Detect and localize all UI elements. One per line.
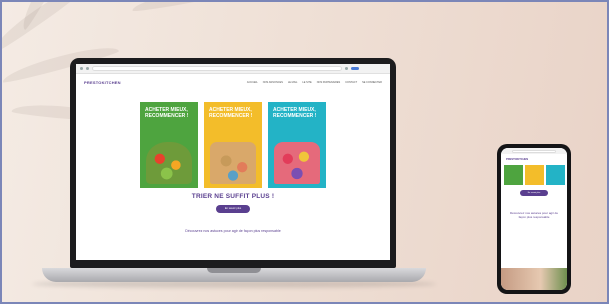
phone-learn-more-button[interactable]: En savoir plus — [520, 190, 548, 196]
phone-tagline: Découvrez nos astuces pour agir de façon… — [509, 211, 559, 219]
menu-item[interactable]: LE MAG — [288, 81, 297, 84]
browser-toolbar — [76, 64, 390, 74]
site-menu: ACCUEIL NOS ANNONCES LE MAG LE SITE NOS … — [247, 81, 382, 84]
hero-tile-title: ACHETER MIEUX, RECOMMENCER ! — [145, 107, 189, 119]
address-bar[interactable] — [92, 66, 342, 71]
phone-tile-yellow[interactable] — [524, 165, 544, 185]
phone-hero-tiles — [501, 165, 567, 185]
laptop-hinge — [207, 268, 261, 273]
back-icon[interactable] — [80, 67, 83, 70]
hero-tile-green[interactable]: ACHETER MIEUX, RECOMMENCER ! — [140, 102, 198, 188]
hero-tile-title: ACHETER MIEUX, RECOMMENCER ! — [273, 107, 317, 119]
products-pile-illustration — [274, 142, 320, 184]
laptop-display: PRESTOKITCHEN ACCUEIL NOS ANNONCES LE MA… — [76, 64, 390, 260]
menu-item[interactable]: NOS PARTENAIRES — [317, 81, 341, 84]
phone: PRESTOKITCHEN En savoir plus Découvrez n… — [497, 144, 571, 294]
learn-more-button[interactable]: En savoir plus — [216, 205, 250, 213]
phone-address-bar[interactable] — [512, 149, 556, 153]
menu-item[interactable]: CONTACT — [345, 81, 357, 84]
phone-tile-green[interactable] — [503, 165, 523, 185]
hero-tile-title: ACHETER MIEUX, RECOMMENCER ! — [209, 107, 253, 119]
laptop: PRESTOKITCHEN ACCUEIL NOS ANNONCES LE MA… — [70, 58, 396, 268]
phone-tile-teal[interactable] — [545, 165, 565, 185]
phone-display: PRESTOKITCHEN En savoir plus Découvrez n… — [501, 148, 567, 290]
leaf-shadow — [2, 2, 87, 55]
hero-tagline: Découvrez nos astuces pour agir de façon… — [185, 229, 281, 233]
mockup-canvas: PRESTOKITCHEN ACCUEIL NOS ANNONCES LE MA… — [0, 0, 609, 304]
site-logo[interactable]: PRESTOKITCHEN — [84, 80, 121, 85]
forward-icon[interactable] — [86, 67, 89, 70]
hero-tile-teal[interactable]: ACHETER MIEUX, RECOMMENCER ! — [268, 102, 326, 188]
site-header: PRESTOKITCHEN ACCUEIL NOS ANNONCES LE MA… — [76, 74, 390, 90]
hero-tile-yellow[interactable]: ACHETER MIEUX, RECOMMENCER ! — [204, 102, 262, 188]
food-pile-illustration — [146, 142, 192, 184]
profile-icon[interactable] — [351, 67, 359, 70]
phone-site-logo[interactable]: PRESTOKITCHEN — [501, 154, 567, 161]
packaging-pile-illustration — [210, 142, 256, 184]
menu-item[interactable]: LE SITE — [302, 81, 311, 84]
menu-item[interactable]: ACCUEIL — [247, 81, 258, 84]
star-icon[interactable] — [345, 67, 348, 70]
hero-tiles: ACHETER MIEUX, RECOMMENCER ! ACHETER MIE… — [76, 102, 390, 188]
phone-footer-photo — [501, 268, 567, 290]
menu-item[interactable]: SE CONNECTER — [362, 81, 382, 84]
leaf-shadow — [131, 2, 222, 13]
menu-item[interactable]: NOS ANNONCES — [263, 81, 283, 84]
hero-headline: TRIER NE SUFFIT PLUS ! — [191, 193, 275, 200]
